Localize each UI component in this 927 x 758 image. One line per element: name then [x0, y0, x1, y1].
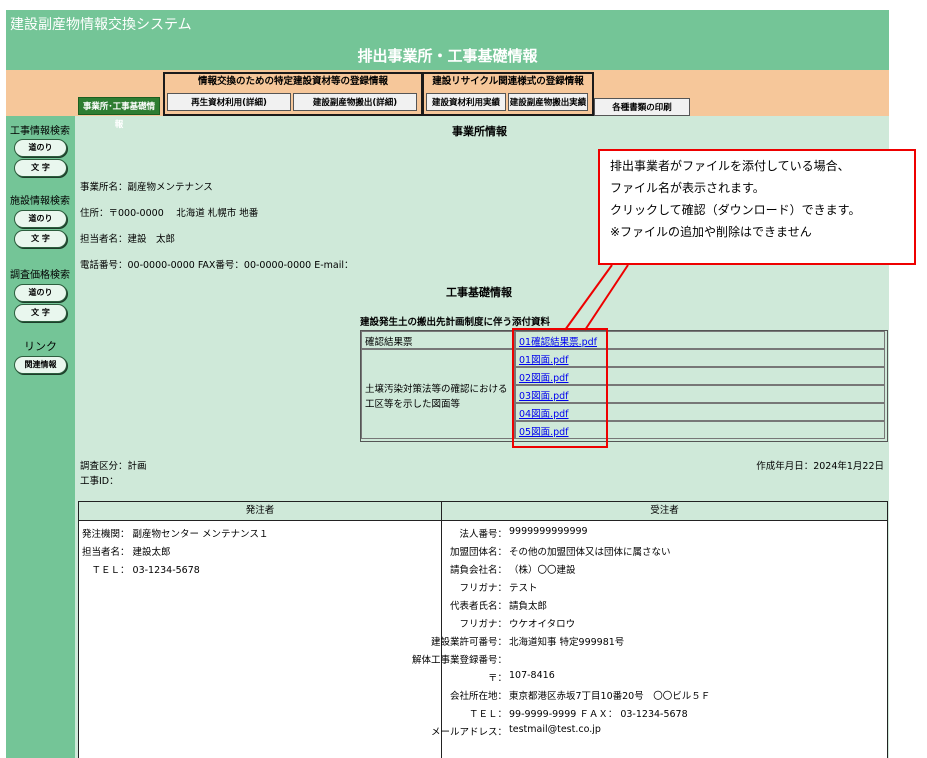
price-route-search-button[interactable]: 道のり — [14, 284, 67, 302]
contractor-value: 107-8416 — [509, 670, 555, 681]
contractor-label: ＴＥＬ： — [468, 709, 507, 720]
sidebar-price-search-label: 調査価格検索 — [10, 270, 70, 281]
orderer-header: 発注者 — [79, 502, 441, 521]
contractor-value: テスト — [509, 583, 538, 594]
orderer-org: 発注機関： 副産物センター メンテナンス１ — [82, 529, 269, 540]
contractor-value: 99-9999-9999 ＦＡＸ： 03-1234-5678 — [509, 709, 688, 720]
contractor-label: メールアドレス： — [430, 727, 507, 738]
page-title: 排出事業所・工事基礎情報 — [357, 47, 538, 65]
contractor-label: 建設業許可番号： — [430, 637, 507, 648]
page-frame: 建設副産物情報交換システム 排出事業所・工事基礎情報 事業所･工事基礎情報 情報… — [6, 10, 889, 758]
sidebar-link-label: リンク — [24, 340, 57, 353]
sidebar-construction-search-label: 工事情報検索 — [10, 126, 70, 137]
contractor-label: 解体工事業登録番号： — [411, 655, 507, 666]
orderer-contractor-table: 発注者 受注者 発注機関： 副産物センター メンテナンス１ 担当者名： 建設太郎… — [78, 501, 888, 758]
contractor-label: 会社所在地： — [449, 691, 507, 702]
office-section-title: 事業所情報 — [452, 125, 507, 138]
contractor-value: 請負太郎 — [509, 601, 548, 612]
office-name: 事業所名：副産物メンテナンス — [80, 182, 213, 193]
tab-group-recycle-forms: 建設リサイクル関連様式の登録情報 建設資材利用実績 建設副産物搬出実績 — [422, 72, 594, 116]
tab-print-documents[interactable]: 各種書類の印刷 — [594, 98, 690, 116]
facility-route-search-button[interactable]: 道のり — [14, 210, 67, 228]
callout-line4: ※ファイルの追加や削除はできません — [610, 225, 812, 239]
office-address: 住所：〒000-0000 北海道 札幌市 地番 — [80, 208, 259, 219]
sidebar: 工事情報検索 道のり 文 字 施設情報検索 道のり 文 字 調査価格検索 道のり… — [6, 116, 75, 758]
sidebar-facility-search-label: 施設情報検索 — [10, 196, 70, 207]
office-contact: 担当者名：建設 太郎 — [80, 234, 176, 245]
contractor-label: 法人番号： — [459, 529, 507, 540]
related-info-button[interactable]: 関連情報 — [14, 356, 67, 374]
annotation-callout: 排出事業者がファイルを添付している場合、 ファイル名が表示されます。 クリックし… — [598, 149, 916, 265]
app-title: 建設副産物情報交換システム — [10, 17, 192, 33]
tab-group-recycle-forms-title: 建設リサイクル関連様式の登録情報 — [432, 76, 584, 87]
contractor-value: testmail@test.co.jp — [509, 724, 601, 735]
attachment-row-label: 土壌汚染対策法等の確認における 工区等を示した図面等 — [361, 349, 515, 439]
price-text-search-button[interactable]: 文 字 — [14, 304, 67, 322]
contractor-value: 9999999999999 — [509, 526, 588, 537]
tab-material-use-results[interactable]: 建設資材利用実績 — [426, 93, 506, 111]
contractor-label: 請負会社名： — [449, 565, 507, 576]
work-id: 工事ID： — [80, 476, 119, 487]
construction-text-search-button[interactable]: 文 字 — [14, 159, 67, 177]
tab-office-construction-info[interactable]: 事業所･工事基礎情報 — [78, 97, 160, 130]
attachment-row-label: 確認結果票 — [361, 331, 515, 349]
contractor-value: ウケオイタロウ — [509, 619, 576, 630]
attachment-table-title: 建設発生土の搬出先計画制度に伴う添付資料 — [360, 317, 551, 328]
tab-group-material-info: 情報交換のための特定建設資材等の登録情報 再生資材利用(詳細) 建設副産物搬出(… — [163, 72, 423, 116]
tab-recycled-material-use[interactable]: 再生資材利用(詳細) — [167, 93, 291, 111]
office-phone: 電話番号：00-0000-0000 FAX番号：00-0000-0000 E-m… — [80, 260, 354, 271]
contractor-label: フリガナ： — [459, 619, 507, 630]
contractor-value: その他の加盟団体又は団体に属さない — [509, 547, 671, 558]
created-date: 作成年月日：2024年1月22日 — [756, 461, 884, 472]
tab-byproduct-output[interactable]: 建設副産物搬出(詳細) — [293, 93, 417, 111]
attachment-row-label-line1: 土壌汚染対策法等の確認における — [365, 384, 508, 395]
contractor-label: 加盟団体名： — [449, 547, 507, 558]
facility-text-search-button[interactable]: 文 字 — [14, 230, 67, 248]
attachment-row-label-line2: 工区等を示した図面等 — [365, 399, 461, 410]
tab-byproduct-output-results[interactable]: 建設副産物搬出実績 — [508, 93, 588, 111]
contractor-value: 北海道知事 特定999981号 — [509, 637, 625, 648]
title-bar: 建設副産物情報交換システム 排出事業所・工事基礎情報 — [6, 10, 889, 70]
contractor-value: 東京都港区赤坂7丁目10番20号 〇〇ビル５Ｆ — [509, 691, 711, 702]
callout-line3: クリックして確認（ダウンロード）できます。 — [610, 203, 861, 217]
orderer-tel: ＴＥＬ： 03-1234-5678 — [82, 565, 200, 576]
orderer-contact: 担当者名： 建設太郎 — [82, 547, 171, 558]
contractor-label: フリガナ： — [459, 583, 507, 594]
attachment-table: 確認結果票 01確認結果票.pdf 土壌汚染対策法等の確認における 工区等を示し… — [360, 330, 888, 442]
construction-route-search-button[interactable]: 道のり — [14, 139, 67, 157]
contractor-label: 代表者氏名： — [449, 601, 507, 612]
contractor-header: 受注者 — [442, 502, 887, 521]
contractor-value: （株）〇〇建設 — [509, 565, 576, 576]
callout-line2: ファイル名が表示されます。 — [610, 181, 765, 195]
tab-bar: 事業所･工事基礎情報 情報交換のための特定建設資材等の登録情報 再生資材利用(詳… — [6, 70, 889, 130]
tab-group-material-info-title: 情報交換のための特定建設資材等の登録情報 — [197, 76, 388, 87]
table-divider — [441, 502, 442, 758]
file-links-highlight — [512, 328, 608, 448]
contractor-label: 〒： — [487, 673, 507, 684]
survey-type: 調査区分：計画 — [80, 461, 147, 472]
construction-section-title: 工事基礎情報 — [446, 286, 512, 299]
callout-line1: 排出事業者がファイルを添付している場合、 — [610, 159, 850, 173]
